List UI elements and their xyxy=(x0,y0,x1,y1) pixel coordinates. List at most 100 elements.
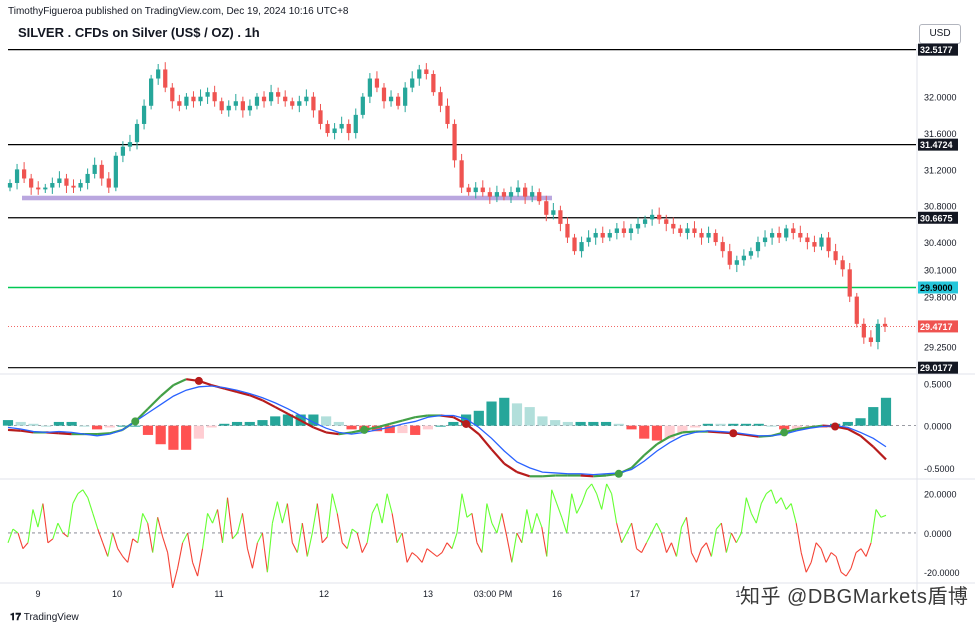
macd-histogram-bar xyxy=(613,423,624,426)
signal-line-segment xyxy=(402,416,416,422)
candle-body xyxy=(523,187,528,197)
candle-body xyxy=(198,96,203,102)
candle-body xyxy=(812,242,817,247)
candle-body xyxy=(410,78,415,88)
signal-line-segment xyxy=(643,443,658,457)
candle-body xyxy=(233,101,238,106)
oscillator-segment xyxy=(541,526,548,557)
oscillator-segment xyxy=(446,542,453,550)
candle-body xyxy=(452,123,457,161)
oscillator-segment xyxy=(72,493,79,504)
candle-body xyxy=(579,242,584,252)
oscillator-segment xyxy=(57,522,64,534)
oscillator-segment xyxy=(496,513,503,534)
candle-body xyxy=(395,96,401,106)
macd-histogram-bar xyxy=(537,416,548,426)
candle-body xyxy=(226,105,231,111)
candle-body xyxy=(762,237,768,243)
candle-body xyxy=(29,178,34,188)
oscillator-segment xyxy=(521,509,528,543)
oscillator-segment xyxy=(680,517,687,528)
oscillator-segment xyxy=(601,483,608,510)
oscillator-segment xyxy=(481,503,488,553)
signal-line-segment xyxy=(389,419,403,426)
candle-body xyxy=(332,128,337,134)
macd-histogram-bar xyxy=(321,416,332,426)
candle-body xyxy=(769,232,775,238)
macd-histogram-bar xyxy=(104,425,115,428)
candle-body xyxy=(882,323,888,327)
macd-histogram-bar xyxy=(550,420,561,426)
candle-body xyxy=(85,173,90,184)
oscillator-segment xyxy=(212,509,219,524)
candle-body xyxy=(99,164,104,179)
oscillator-segment xyxy=(182,532,189,544)
macd-histogram-bar xyxy=(511,403,523,426)
candle-body xyxy=(71,185,76,188)
macd-histogram-bar xyxy=(193,425,204,439)
oscillator-segment xyxy=(436,552,443,557)
candle-body xyxy=(318,110,323,124)
watermark: 知乎 @DBGMarkets盾博 xyxy=(740,586,969,608)
oscillator-segment xyxy=(396,532,403,544)
macd-histogram-bar xyxy=(142,425,154,435)
macd-histogram-bar xyxy=(880,397,892,426)
oscillator-segment xyxy=(451,532,458,549)
oscillator-segment xyxy=(226,497,234,539)
signal-line-segment xyxy=(261,399,276,409)
candle-body xyxy=(664,219,669,224)
macd-histogram-bar xyxy=(473,410,484,426)
oscillator-segment xyxy=(695,548,702,563)
candle-body xyxy=(205,92,210,97)
oscillator-segment xyxy=(660,532,668,553)
candle-body xyxy=(784,228,789,238)
macd-histogram-bar xyxy=(855,418,866,426)
signal-line-segment xyxy=(7,428,21,432)
candle-body xyxy=(671,223,676,229)
oscillator-segment xyxy=(197,548,204,577)
candle-body xyxy=(403,87,408,106)
candle-body xyxy=(212,92,217,102)
oscillator-segment xyxy=(690,552,697,563)
candle-body xyxy=(388,96,394,102)
oscillator-segment xyxy=(32,509,39,528)
candle-body xyxy=(614,228,619,233)
candle-body xyxy=(551,210,556,215)
level-price-label: 32.5177 xyxy=(920,45,953,55)
candle-body xyxy=(515,187,521,193)
oscillator-segment xyxy=(571,493,578,514)
macd-histogram-bar xyxy=(181,425,192,450)
oscillator-segment xyxy=(157,517,164,538)
oscillator-segment xyxy=(785,503,792,510)
oscillator-segment xyxy=(511,532,518,563)
oscillator-segment xyxy=(526,509,533,534)
candle-body xyxy=(798,232,803,238)
candle-body xyxy=(304,96,309,102)
signal-line-segment xyxy=(872,445,887,461)
macd-histogram-bar xyxy=(448,421,459,426)
candle-body xyxy=(861,323,866,338)
oscillator-segment xyxy=(491,522,498,534)
signal-line-segment xyxy=(580,474,594,478)
candle-body xyxy=(170,87,175,102)
oscillator-segment xyxy=(865,542,872,557)
time-axis-label: 17 xyxy=(630,589,640,599)
candle-body xyxy=(438,92,443,106)
macd-histogram-bar xyxy=(28,423,39,426)
macd-histogram-bar xyxy=(130,425,141,427)
oscillator-segment xyxy=(486,503,493,524)
candle-body xyxy=(21,169,27,179)
chart-area[interactable]: 32.5177 31.4724 30.6675 29.9000 29.0177 29.47… xyxy=(0,0,975,631)
oscillator-segment xyxy=(132,538,139,544)
candle-body xyxy=(586,237,591,243)
macd-histogram-bar xyxy=(270,416,281,426)
macd-histogram-bar xyxy=(600,421,612,426)
candle-body xyxy=(494,192,500,197)
oscillator-segment xyxy=(266,523,273,573)
candle-body xyxy=(791,228,796,233)
candle-body xyxy=(530,192,535,197)
candle-body xyxy=(417,69,422,79)
oscillator-segment xyxy=(471,513,478,543)
oscillator-segment xyxy=(556,503,563,518)
oscillator-segment xyxy=(311,503,318,534)
